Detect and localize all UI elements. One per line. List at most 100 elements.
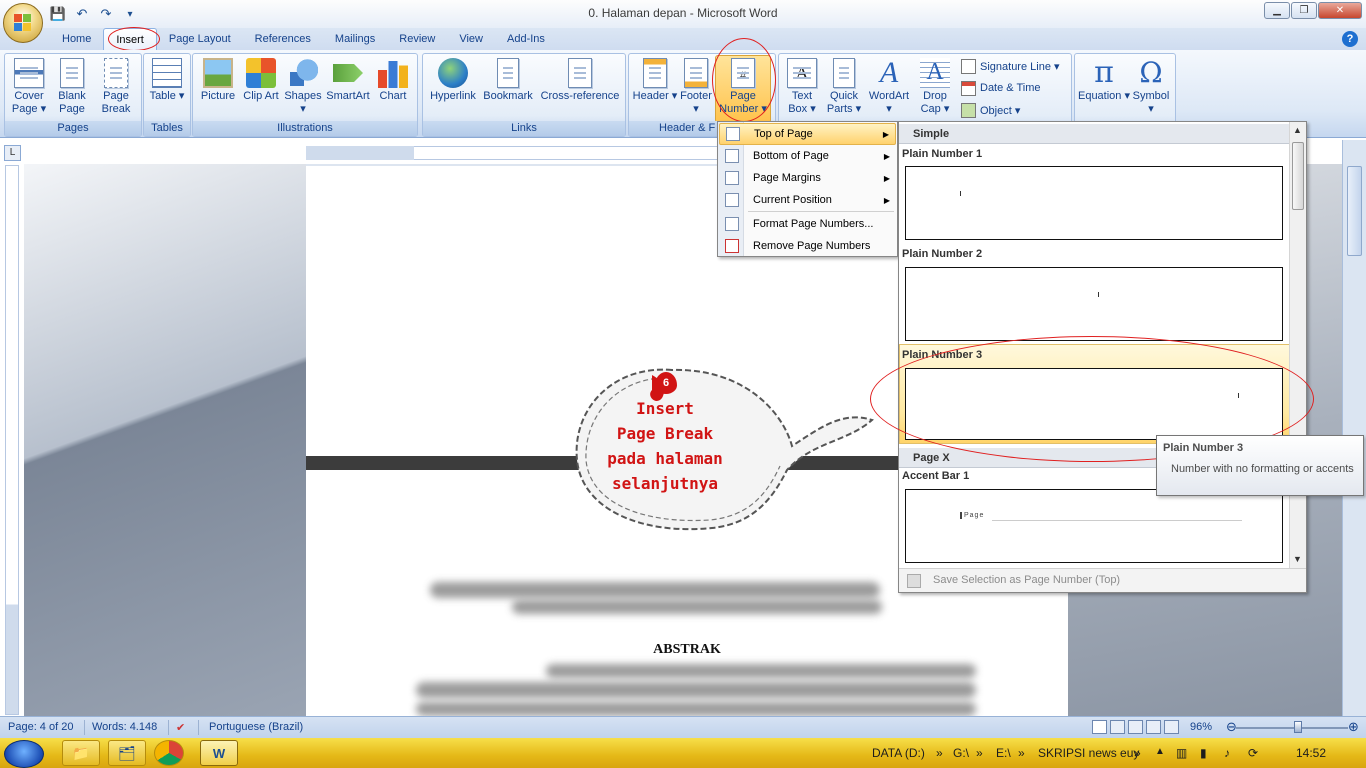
windows-explorer-taskbar-icon[interactable]: 🗂 bbox=[108, 740, 146, 766]
blank-page-button[interactable]: Blank Page bbox=[51, 56, 93, 120]
cross-reference-button[interactable]: Cross-reference bbox=[537, 56, 623, 120]
gallery-item-plain-number-2[interactable] bbox=[905, 267, 1283, 341]
cover-page-button[interactable]: Cover Page ▾ bbox=[7, 56, 51, 120]
header-button[interactable]: Header ▾ bbox=[631, 56, 679, 120]
toolbar-g-drive[interactable]: G:\ bbox=[953, 746, 969, 760]
maximize-button[interactable]: ❐ bbox=[1291, 2, 1317, 19]
clip-art-label: Clip Art bbox=[243, 90, 279, 102]
page-break-button[interactable]: Page Break bbox=[93, 56, 139, 120]
menu-item-remove-page-numbers[interactable]: Remove Page Numbers bbox=[719, 235, 896, 257]
office-button[interactable] bbox=[3, 3, 43, 43]
tab-mailings[interactable]: Mailings bbox=[323, 28, 387, 50]
shapes-button[interactable]: Shapes ▾ bbox=[281, 56, 325, 120]
toolbar-separator: » bbox=[1018, 746, 1025, 760]
symbol-button[interactable]: Ω Symbol ▾ bbox=[1129, 56, 1173, 120]
page-margins-icon bbox=[725, 171, 739, 185]
equation-button[interactable]: π Equation ▾ bbox=[1077, 56, 1131, 120]
tab-page-layout[interactable]: Page Layout bbox=[157, 28, 243, 50]
gallery-section-simple: Simple bbox=[899, 124, 1290, 144]
tab-home[interactable]: Home bbox=[50, 28, 103, 50]
close-button[interactable]: ✕ bbox=[1318, 2, 1362, 19]
table-button[interactable]: Table ▾ bbox=[146, 56, 188, 120]
sync-icon[interactable]: ⟳ bbox=[1248, 746, 1258, 760]
scroll-down-icon[interactable]: ▼ bbox=[1293, 554, 1302, 564]
menu-item-format-page-numbers[interactable]: Format Page Numbers... bbox=[719, 213, 896, 235]
hyperlink-button[interactable]: Hyperlink bbox=[425, 56, 481, 120]
word-count[interactable]: Words: 4.148 bbox=[92, 721, 157, 733]
language-indicator[interactable]: Portuguese (Brazil) bbox=[209, 721, 303, 733]
full-screen-reading-icon[interactable] bbox=[1110, 720, 1125, 734]
signature-line-button[interactable]: Signature Line ▾ bbox=[961, 56, 1060, 76]
quick-parts-button[interactable]: Quick Parts ▾ bbox=[823, 56, 865, 120]
submenu-arrow-icon: ▶ bbox=[883, 195, 890, 205]
proofing-icon[interactable]: ✔ bbox=[176, 721, 185, 734]
footer-icon bbox=[684, 58, 708, 88]
zoom-in-icon[interactable]: ⊕ bbox=[1348, 719, 1359, 735]
chart-button[interactable]: Chart bbox=[371, 56, 415, 120]
wordart-button[interactable]: A WordArt ▾ bbox=[865, 56, 913, 120]
object-button[interactable]: Object ▾ bbox=[961, 100, 1020, 120]
vertical-scrollbar[interactable] bbox=[1342, 140, 1366, 716]
word-taskbar-icon[interactable]: W bbox=[200, 740, 238, 766]
toolbar-separator: » bbox=[1134, 746, 1141, 760]
signature-line-icon bbox=[961, 58, 976, 74]
start-button[interactable] bbox=[4, 740, 44, 768]
print-layout-icon[interactable] bbox=[1092, 720, 1107, 734]
volume-icon[interactable]: ♪ bbox=[1224, 746, 1230, 760]
menu-item-current-position[interactable]: Current Position ▶ bbox=[719, 189, 896, 211]
clip-art-icon bbox=[246, 58, 276, 88]
footer-button[interactable]: Footer ▾ bbox=[677, 56, 715, 120]
minimize-button[interactable]: ▁ bbox=[1264, 2, 1290, 19]
toolbar-e-drive[interactable]: E:\ bbox=[996, 746, 1011, 760]
save-selection-as-page-number[interactable]: Save Selection as Page Number (Top) bbox=[899, 568, 1306, 592]
header-icon bbox=[643, 58, 667, 88]
bookmark-button[interactable]: Bookmark bbox=[481, 56, 535, 120]
tab-view[interactable]: View bbox=[447, 28, 495, 50]
page-count[interactable]: Page: 4 of 20 bbox=[8, 721, 73, 733]
gallery-scrollbar[interactable]: ▲ ▼ bbox=[1289, 122, 1306, 570]
symbol-label: Symbol ▾ bbox=[1132, 90, 1170, 115]
gallery-scrollbar-thumb[interactable] bbox=[1292, 142, 1304, 210]
bookmark-icon bbox=[497, 58, 519, 88]
vertical-ruler[interactable] bbox=[5, 165, 19, 715]
save-selection-label: Save Selection as Page Number (Top) bbox=[933, 574, 1121, 586]
toolbar-data-drive[interactable]: DATA (D:) bbox=[872, 746, 925, 760]
tab-references[interactable]: References bbox=[243, 28, 323, 50]
clock[interactable]: 14:52 bbox=[1296, 746, 1326, 760]
tab-add-ins[interactable]: Add-Ins bbox=[495, 28, 557, 50]
smartart-button[interactable]: SmartArt bbox=[325, 56, 371, 120]
clip-art-button[interactable]: Clip Art bbox=[241, 56, 281, 120]
menu-item-bottom-of-page[interactable]: Bottom of Page ▶ bbox=[719, 145, 896, 167]
scroll-up-icon[interactable]: ▲ bbox=[1293, 125, 1302, 135]
tab-review[interactable]: Review bbox=[387, 28, 447, 50]
text-box-button[interactable]: A Text Box ▾ bbox=[781, 56, 823, 120]
web-layout-icon[interactable] bbox=[1128, 720, 1143, 734]
menu-item-top-of-page[interactable]: Top of Page ▶ bbox=[719, 123, 896, 145]
zoom-slider[interactable] bbox=[1236, 727, 1348, 729]
zoom-slider-handle[interactable] bbox=[1293, 721, 1302, 733]
cover-page-icon bbox=[14, 58, 44, 88]
toolbar-skripsi[interactable]: SKRIPSI news euy bbox=[1038, 746, 1139, 760]
picture-button[interactable]: Picture bbox=[195, 56, 241, 120]
help-icon[interactable]: ? bbox=[1342, 31, 1358, 47]
signal-icon[interactable]: ▮ bbox=[1200, 746, 1207, 760]
gallery-item-accent-bar-1[interactable]: Page bbox=[905, 489, 1283, 563]
bookmark-label: Bookmark bbox=[483, 90, 533, 102]
scrollbar-thumb[interactable] bbox=[1347, 166, 1362, 256]
page-number-mark bbox=[960, 191, 961, 196]
chrome-taskbar-icon[interactable] bbox=[154, 740, 184, 766]
redacted-text bbox=[512, 600, 882, 614]
tooltip-title: Plain Number 3 bbox=[1163, 442, 1244, 454]
date-time-button[interactable]: Date & Time bbox=[961, 78, 1041, 98]
text-box-label: Text Box ▾ bbox=[788, 90, 816, 115]
show-hidden-icons[interactable]: ▲ bbox=[1155, 746, 1165, 757]
gallery-item-plain-number-1[interactable] bbox=[905, 166, 1283, 240]
outline-icon[interactable] bbox=[1146, 720, 1161, 734]
tab-selector[interactable]: L bbox=[4, 145, 21, 161]
menu-item-page-margins[interactable]: Page Margins ▶ bbox=[719, 167, 896, 189]
drop-cap-button[interactable]: A Drop Cap ▾ bbox=[913, 56, 957, 120]
explorer-taskbar-icon[interactable]: 📁 bbox=[62, 740, 100, 766]
zoom-level[interactable]: 96% bbox=[1190, 721, 1212, 733]
network-icon[interactable]: ▥ bbox=[1176, 746, 1187, 760]
draft-icon[interactable] bbox=[1164, 720, 1179, 734]
